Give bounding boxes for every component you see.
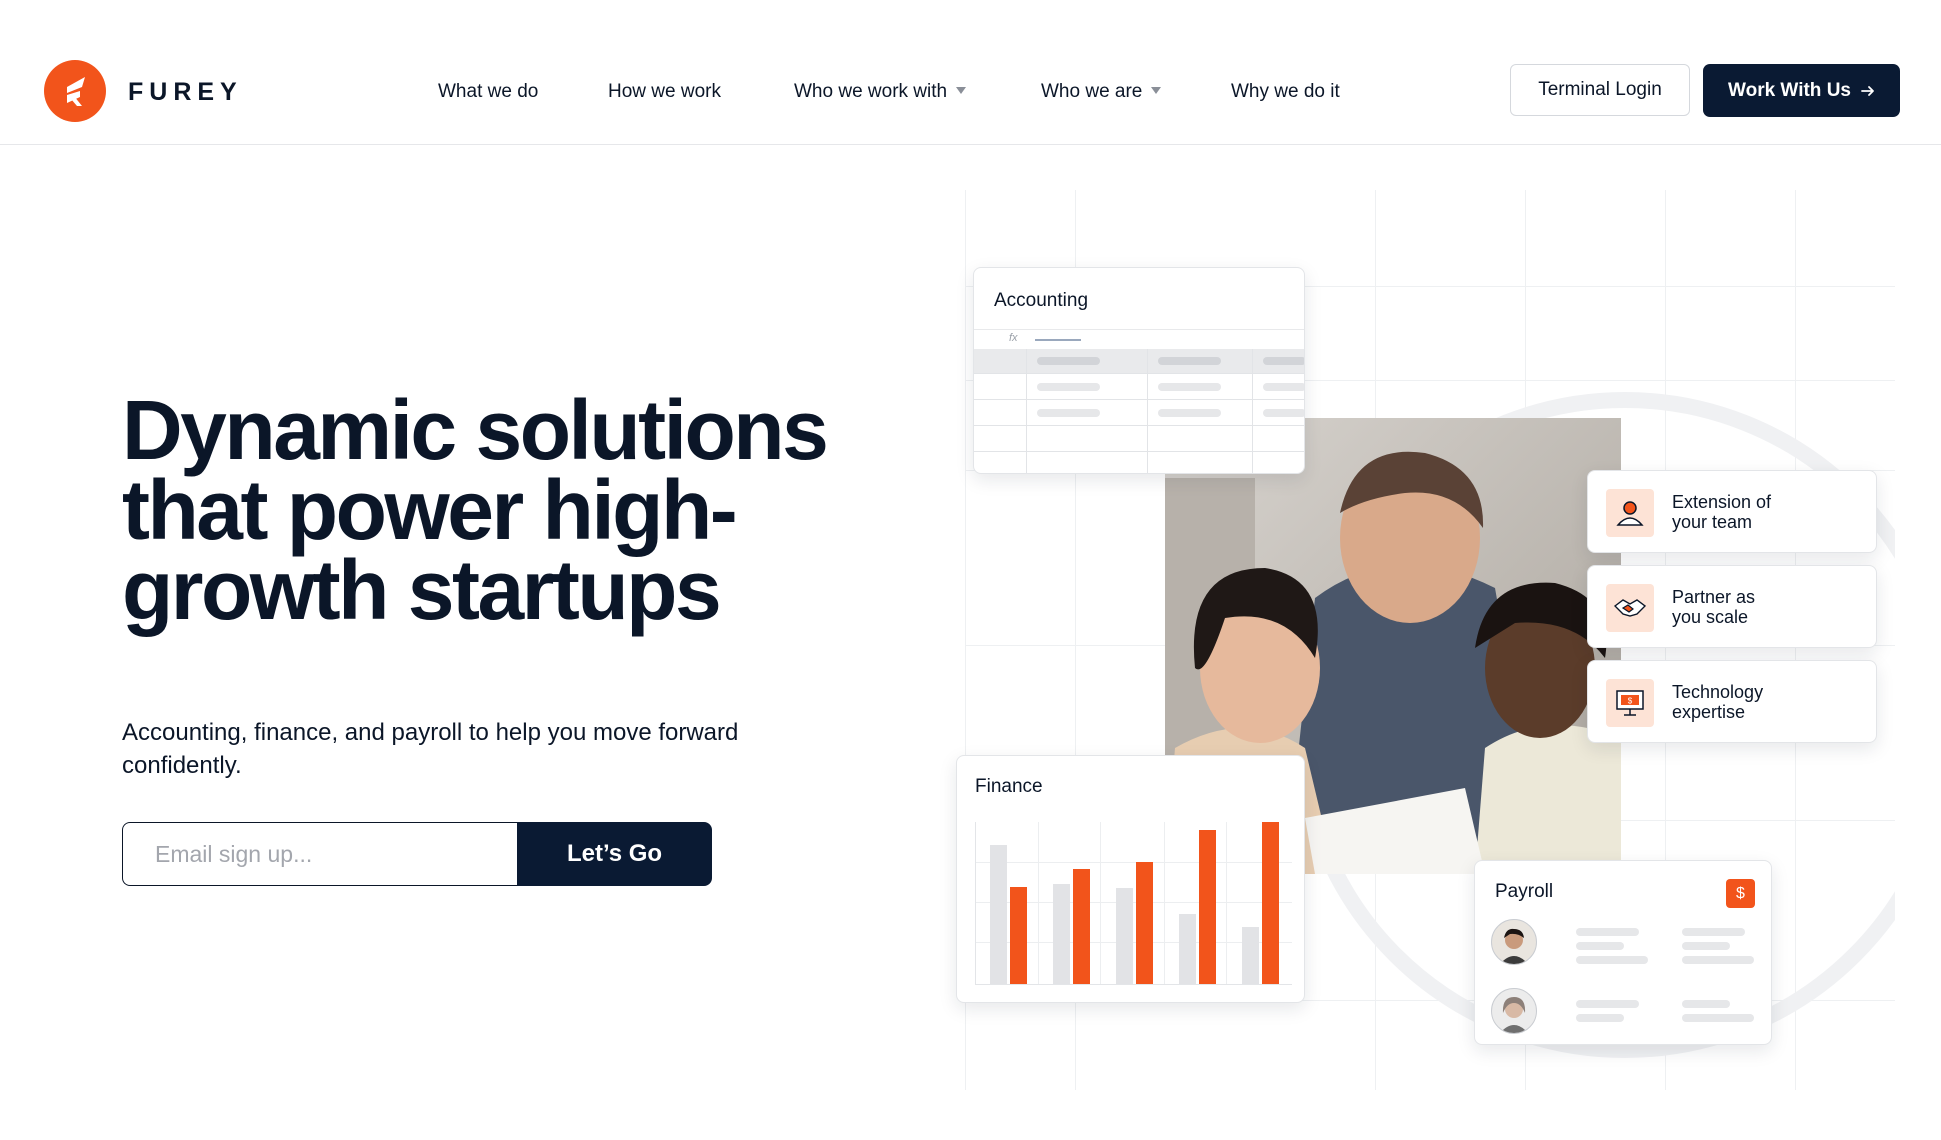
terminal-login-label: Terminal Login [1538, 79, 1662, 100]
feature-text: Technology expertise [1672, 682, 1763, 722]
svg-text:$: $ [1628, 697, 1633, 706]
terminal-login-button[interactable]: Terminal Login [1510, 64, 1690, 116]
formula-icon: fx [1009, 332, 1018, 344]
nav-label: Who we are [1041, 81, 1143, 102]
hero-subtitle: Accounting, finance, and payroll to help… [122, 719, 739, 779]
nav-label: Why we do it [1231, 81, 1340, 102]
monitor-dollar-icon: $ [1606, 679, 1654, 727]
nav-label: What we do [438, 81, 539, 102]
finance-bar-grey [1179, 914, 1196, 984]
finance-bar-orange [1199, 830, 1216, 984]
nav-label: Who we work with [794, 81, 948, 102]
work-with-us-label: Work With Us [1728, 79, 1851, 101]
finance-bar-chart [975, 822, 1292, 985]
finance-bar-orange [1136, 862, 1153, 984]
arrow-right-icon [1861, 85, 1874, 96]
brand-name[interactable]: FUREY [128, 78, 243, 107]
nav-who-we-are[interactable]: Who we are [1041, 81, 1162, 103]
nav-how-we-work[interactable]: How we work [608, 81, 721, 103]
finance-bar-grey [1116, 888, 1133, 984]
feature-card-extension: Extension of your team [1587, 470, 1877, 553]
feature-line: expertise [1672, 702, 1746, 722]
nav-what-we-do[interactable]: What we do [438, 81, 538, 103]
feature-line: Technology [1672, 682, 1764, 702]
work-with-us-button[interactable]: Work With Us [1703, 64, 1900, 117]
nav-label: How we work [608, 81, 721, 102]
finance-bar-orange [1262, 822, 1279, 984]
nav-why-we-do-it[interactable]: Why we do it [1231, 81, 1340, 103]
feature-card-technology: $ Technology expertise [1587, 660, 1877, 743]
finance-bar-grey [990, 845, 1007, 984]
spreadsheet-grid [974, 349, 1304, 473]
dollar-badge-label: $ [1736, 884, 1745, 902]
hero-title: Dynamic solutions that power high-growth… [122, 383, 829, 637]
lets-go-button[interactable]: Let’s Go [517, 822, 712, 886]
avatar [1491, 988, 1537, 1034]
payroll-card: Payroll $ [1474, 860, 1772, 1045]
finance-bar-grey [1242, 927, 1259, 984]
accounting-card: Accounting fx [973, 267, 1305, 474]
payroll-title: Payroll [1495, 881, 1554, 902]
caret-down-icon [1151, 87, 1162, 94]
email-signup-input[interactable] [122, 822, 518, 886]
finance-bar-orange [1073, 869, 1090, 984]
caret-down-icon [956, 87, 967, 94]
accounting-title: Accounting [994, 290, 1089, 311]
finance-bar-grey [1053, 884, 1070, 984]
dollar-badge-icon: $ [1726, 879, 1755, 908]
handshake-icon [1606, 584, 1654, 632]
furey-logo-icon[interactable] [44, 60, 106, 122]
feature-text: Extension of your team [1672, 492, 1771, 532]
feature-line: you scale [1672, 607, 1749, 627]
formula-bar: fx [974, 329, 1304, 350]
feature-text: Partner as you scale [1672, 587, 1755, 627]
avatar [1491, 919, 1537, 965]
feature-line: Partner as [1672, 587, 1756, 607]
nav-who-we-work-with[interactable]: Who we work with [794, 81, 967, 103]
feature-line: Extension of [1672, 492, 1772, 512]
finance-title: Finance [975, 776, 1043, 797]
feature-line: your team [1672, 512, 1753, 532]
finance-bar-orange [1010, 887, 1027, 984]
person-icon [1606, 489, 1654, 537]
feature-card-partner: Partner as you scale [1587, 565, 1877, 648]
finance-card: Finance [956, 755, 1305, 1003]
